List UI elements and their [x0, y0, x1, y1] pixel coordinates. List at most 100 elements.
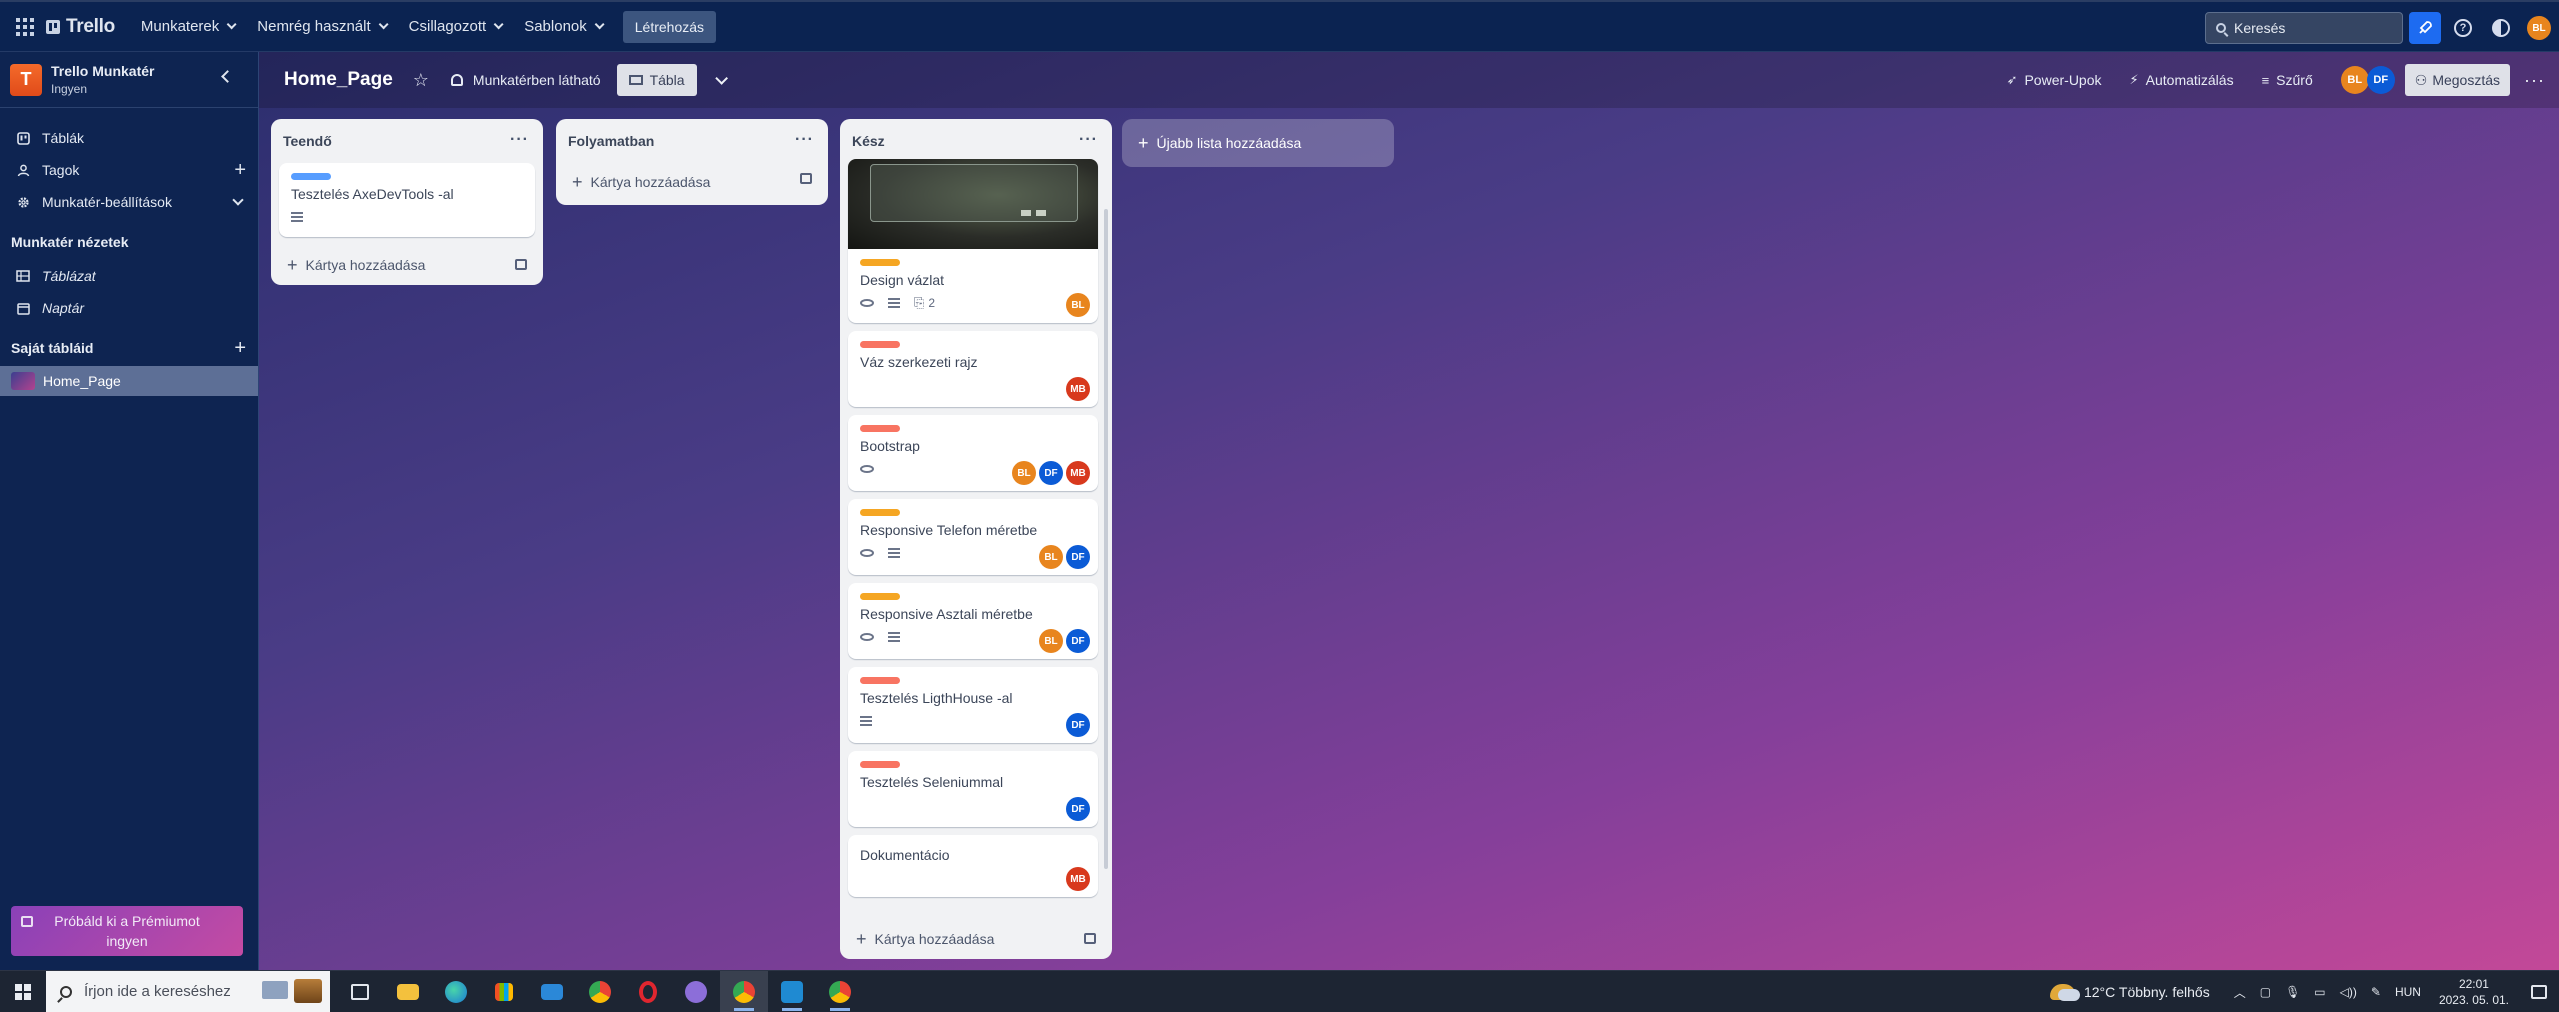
board-view-button[interactable]: Tábla [616, 64, 697, 96]
add-board-icon[interactable]: + [234, 337, 246, 360]
filter-button[interactable]: ≡ Szűrő [2262, 72, 2313, 88]
nav-workspaces[interactable]: Munkaterek [129, 10, 245, 44]
edge-icon[interactable] [432, 971, 480, 1012]
card[interactable]: Design vázlat ⎘ 2 BL [848, 159, 1098, 323]
member-avatar[interactable]: BL [1066, 293, 1090, 317]
member-avatar[interactable]: DF [1066, 629, 1090, 653]
collapse-sidebar-icon[interactable] [221, 70, 234, 83]
member-avatar[interactable]: BL [1039, 545, 1063, 569]
list-title[interactable]: Folyamatban [568, 133, 654, 149]
nav-starred[interactable]: Csillagozott [397, 10, 513, 44]
card-label[interactable] [860, 593, 900, 600]
opera-icon[interactable] [624, 971, 672, 1012]
member-avatar[interactable]: DF [1066, 713, 1090, 737]
power-ups-button[interactable]: ➶ Power-Upok [2007, 72, 2102, 88]
sidebar-item-calendar-view[interactable]: Naptár [0, 292, 258, 324]
nav-templates[interactable]: Sablonok [512, 10, 613, 44]
card[interactable]: Bootstrap BL DF MB [848, 415, 1098, 491]
card-template-icon[interactable] [515, 259, 527, 270]
member-avatar[interactable]: MB [1066, 867, 1090, 891]
member-avatar[interactable]: BL [2340, 66, 2369, 94]
meet-now-icon[interactable]: ▢ [2260, 985, 2271, 999]
sidebar-board-home-page[interactable]: Home_Page [0, 366, 258, 396]
app-switcher-icon[interactable] [14, 16, 36, 38]
list-menu-icon[interactable]: ··· [795, 131, 814, 149]
weather-widget[interactable]: 12°C Többny. felhős [2049, 984, 2210, 1001]
sidebar-item-boards[interactable]: Táblák [0, 122, 258, 154]
chevron-up-icon[interactable]: ︿ [2234, 984, 2246, 1001]
workspace-logo[interactable]: T [10, 63, 42, 96]
member-avatar[interactable]: BL [1012, 461, 1036, 485]
chevron-down-icon[interactable] [232, 194, 244, 206]
list-title[interactable]: Kész [852, 133, 885, 149]
add-card-button[interactable]: + Kártya hozzáadása [556, 159, 828, 205]
mail-icon[interactable] [528, 971, 576, 1012]
card-label[interactable] [860, 425, 900, 432]
notifications-button[interactable] [2409, 12, 2441, 44]
card-label[interactable] [860, 259, 900, 266]
card[interactable]: Tesztelés LigthHouse -al DF [848, 667, 1098, 743]
card[interactable]: Váz szerkezeti rajz MB [848, 331, 1098, 407]
file-explorer-icon[interactable] [384, 971, 432, 1012]
add-card-button[interactable]: + Kártya hozzáadása [840, 919, 1112, 959]
member-avatar[interactable]: BL [1039, 629, 1063, 653]
card[interactable]: Tesztelés AxeDevTools -al [279, 163, 535, 237]
member-avatar[interactable]: MB [1066, 461, 1090, 485]
add-card-button[interactable]: + Kártya hozzáadása [271, 245, 543, 285]
member-avatar[interactable]: MB [1066, 377, 1090, 401]
member-avatar[interactable]: DF [1039, 461, 1063, 485]
language-indicator[interactable]: HUN [2395, 985, 2421, 999]
card[interactable]: Dokumentácio MB [848, 835, 1098, 897]
help-button[interactable]: ? [2447, 12, 2479, 44]
task-view-icon[interactable] [336, 971, 384, 1012]
windows-start-icon[interactable] [0, 971, 46, 1012]
add-list-button[interactable]: + Újabb lista hozzáadása [1122, 119, 1394, 167]
list-scrollbar[interactable] [1104, 209, 1108, 869]
microphone-icon[interactable]: 🎙 [2285, 985, 2300, 999]
sidebar-item-members[interactable]: Tagok + [0, 154, 258, 186]
chrome-profile-icon[interactable] [816, 971, 864, 1012]
member-avatar[interactable]: DF [1066, 797, 1090, 821]
theme-button[interactable] [2485, 12, 2517, 44]
chrome-active-icon[interactable] [720, 970, 768, 1012]
card-label[interactable] [860, 509, 900, 516]
visibility-button[interactable]: Munkatérben látható [450, 72, 601, 88]
chrome-icon[interactable] [576, 971, 624, 1012]
list-header[interactable]: Folyamatban ··· [556, 119, 828, 163]
share-button[interactable]: ⚇ Megosztás [2404, 64, 2511, 96]
list-header[interactable]: Teendő ··· [271, 119, 543, 163]
trello-logo[interactable]: Trello [46, 16, 115, 38]
workspace-name[interactable]: Trello Munkatér [51, 63, 154, 79]
add-member-icon[interactable]: + [234, 159, 246, 182]
store-icon[interactable] [480, 971, 528, 1012]
card[interactable]: Tesztelés Seleniummal DF [848, 751, 1098, 827]
try-premium-button[interactable]: Próbáld ki a Prémiumot ingyen [11, 906, 243, 956]
pen-icon[interactable]: ✎ [2371, 985, 2381, 999]
sidebar-item-settings[interactable]: Munkatér-beállítások [0, 186, 258, 218]
search-input[interactable]: Keresés [2205, 12, 2403, 44]
card-label[interactable] [291, 173, 331, 180]
account-button[interactable]: BL [2523, 12, 2555, 44]
network-icon[interactable]: ▭ [2314, 985, 2325, 999]
list-header[interactable]: Kész ··· [840, 119, 1112, 163]
sidebar-item-table-view[interactable]: Táblázat [0, 260, 258, 292]
more-menu-icon[interactable]: ··· [2524, 70, 2545, 91]
card-template-icon[interactable] [1084, 933, 1096, 944]
clock[interactable]: 22:01 2023. 05. 01. [2439, 976, 2509, 1008]
automation-button[interactable]: ⚡ Automatizálás [2130, 72, 2234, 88]
volume-icon[interactable]: ◁)) [2340, 985, 2357, 999]
create-button[interactable]: Létrehozás [622, 10, 717, 43]
card-label[interactable] [860, 677, 900, 684]
card-template-icon[interactable] [800, 173, 812, 184]
taskbar-search-input[interactable]: Írjon ide a kereséshez [46, 970, 330, 1012]
list-title[interactable]: Teendő [283, 133, 332, 149]
card-label[interactable] [860, 761, 900, 768]
card[interactable]: Responsive Asztali méretbe BL DF [848, 583, 1098, 659]
nav-recent[interactable]: Nemrég használt [245, 10, 396, 44]
star-icon[interactable]: ☆ [413, 70, 429, 91]
card[interactable]: Responsive Telefon méretbe BL DF [848, 499, 1098, 575]
member-avatar[interactable]: DF [2366, 66, 2395, 94]
notification-center-icon[interactable] [2531, 985, 2547, 999]
board-title[interactable]: Home_Page [284, 69, 393, 91]
discord-icon[interactable] [672, 971, 720, 1012]
